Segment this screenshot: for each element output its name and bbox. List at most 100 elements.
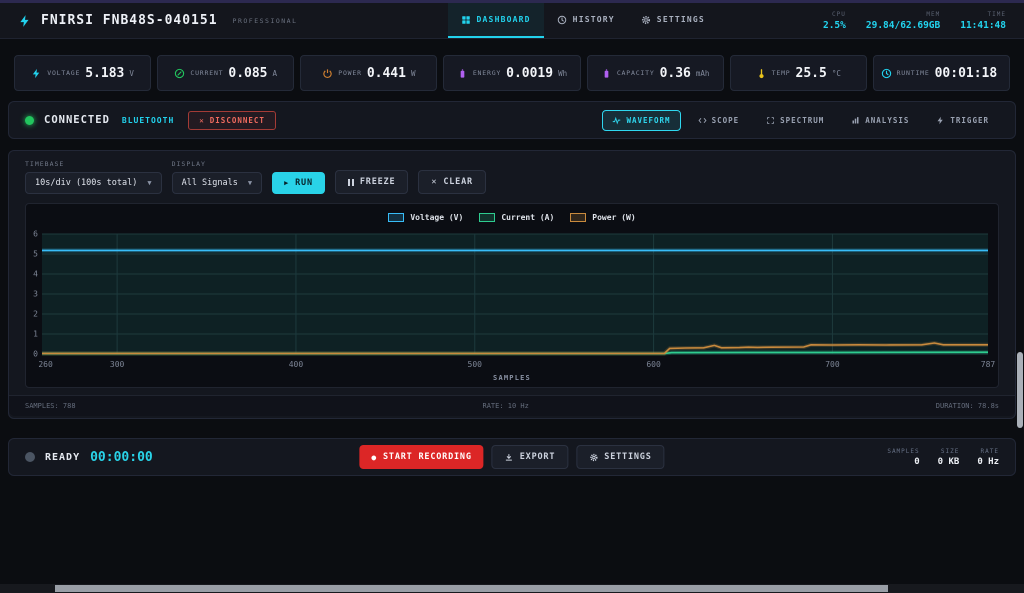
- horizontal-scrollbar-track[interactable]: [0, 584, 1024, 593]
- recorder-settings-button[interactable]: SETTINGS: [576, 445, 664, 469]
- horizontal-scrollbar-thumb[interactable]: [55, 585, 888, 592]
- legend-swatch: [388, 213, 404, 222]
- tab-label: DASHBOARD: [477, 15, 531, 24]
- cpu-stat: CPU 2.5%: [823, 11, 846, 31]
- run-button[interactable]: ▶ RUN: [272, 172, 325, 194]
- current-gauge-icon: [174, 68, 185, 79]
- duration-status: DURATION: 78.8s: [936, 402, 999, 410]
- thermometer-icon: [756, 68, 767, 79]
- view-tab-scope[interactable]: SCOPE: [688, 110, 750, 131]
- chart-plot-area[interactable]: 0123456260300400500600700787: [26, 226, 998, 374]
- export-button[interactable]: EXPORT: [492, 445, 569, 469]
- gear-icon: [589, 453, 598, 462]
- vertical-scrollbar-thumb[interactable]: [1017, 352, 1023, 428]
- metric-card-energy: ENERGY 0.0019 Wh: [443, 55, 580, 91]
- tab-dashboard[interactable]: DASHBOARD: [448, 3, 544, 38]
- waveform-controls: TIMEBASE 10s/div (100s total) ▼ DISPLAY …: [9, 151, 1015, 194]
- chart-legend: Voltage (V) Current (A) Power (W): [26, 210, 998, 224]
- recorder-samples: SAMPLES 0: [887, 448, 919, 467]
- header-stats: CPU 2.5% MEM 29.84/62.69GB TIME 11:41:48: [823, 3, 1006, 38]
- recorder-stats: SAMPLES 0 SIZE 0 KB RATE 0 Hz: [887, 448, 999, 467]
- tab-label: SETTINGS: [657, 15, 705, 24]
- display-label: DISPLAY: [172, 160, 263, 168]
- display-select[interactable]: All Signals ▼: [172, 172, 263, 194]
- svg-text:400: 400: [289, 360, 304, 369]
- tab-label: HISTORY: [573, 15, 615, 24]
- download-icon: [505, 453, 514, 462]
- svg-text:4: 4: [33, 270, 38, 279]
- connection-transport: BLUETOOTH: [122, 116, 174, 125]
- app-badge: PROFESSIONAL: [233, 17, 298, 25]
- metric-card-power: POWER 0.441 W: [300, 55, 437, 91]
- recorder-size: SIZE 0 KB: [938, 448, 960, 467]
- svg-text:0: 0: [33, 350, 38, 359]
- metric-card-runtime: RUNTIME 00:01:18: [873, 55, 1010, 91]
- freeze-button[interactable]: FREEZE: [335, 170, 409, 194]
- view-tab-trigger[interactable]: TRIGGER: [926, 110, 999, 131]
- time-stat: TIME 11:41:48: [960, 11, 1006, 31]
- metric-card-voltage: VOLTAGE 5.183 V: [14, 55, 151, 91]
- view-tab-analysis[interactable]: ANALYSIS: [841, 110, 919, 131]
- legend-item[interactable]: Voltage (V): [388, 213, 463, 222]
- header-tabs: DASHBOARD HISTORY SETTINGS: [448, 3, 718, 38]
- timebase-group: TIMEBASE 10s/div (100s total) ▼: [25, 160, 162, 194]
- connection-status-dot: [25, 116, 34, 125]
- recorder-bar: READY 00:00:00 ● START RECORDING EXPORT …: [8, 438, 1016, 476]
- grid-icon: [461, 15, 471, 25]
- recorder-status-dot: [25, 452, 35, 462]
- metric-cards-row: VOLTAGE 5.183 V CURRENT 0.085 A POWER 0.…: [0, 52, 1024, 94]
- app-header: FNIRSI FNB48S-040151 PROFESSIONAL DASHBO…: [0, 3, 1024, 39]
- svg-text:500: 500: [468, 360, 483, 369]
- disconnect-button[interactable]: ✕ DISCONNECT: [188, 111, 276, 130]
- svg-text:6: 6: [33, 230, 38, 239]
- svg-text:2: 2: [33, 310, 38, 319]
- recorder-timer: 00:00:00: [90, 450, 153, 465]
- bolt-icon: [31, 68, 42, 79]
- waveform-panel: TIMEBASE 10s/div (100s total) ▼ DISPLAY …: [8, 150, 1016, 419]
- svg-text:1: 1: [33, 330, 38, 339]
- scope-icon: [698, 116, 707, 125]
- start-recording-button[interactable]: ● START RECORDING: [359, 445, 483, 469]
- legend-item[interactable]: Current (A): [479, 213, 554, 222]
- timebase-select[interactable]: 10s/div (100s total) ▼: [25, 172, 162, 194]
- battery-icon: [457, 68, 468, 79]
- svg-text:787: 787: [981, 360, 996, 369]
- samples-status: SAMPLES: 788: [25, 402, 76, 410]
- metric-card-temp: TEMP 25.5 °C: [730, 55, 867, 91]
- legend-label: Current (A): [501, 213, 554, 222]
- logo-bolt-icon: [18, 13, 32, 29]
- app-title: FNIRSI FNB48S-040151: [41, 13, 218, 28]
- clear-button[interactable]: ✕ CLEAR: [418, 170, 486, 194]
- waveform-icon: [612, 116, 621, 125]
- view-tab-waveform[interactable]: WAVEFORM: [602, 110, 680, 131]
- rate-status: RATE: 10 Hz: [483, 402, 529, 410]
- close-icon: ✕: [199, 116, 205, 125]
- record-dot-icon: ●: [371, 453, 377, 462]
- close-icon: ✕: [431, 177, 437, 187]
- display-group: DISPLAY All Signals ▼: [172, 160, 263, 194]
- metric-card-capacity: CAPACITY 0.36 mAh: [587, 55, 724, 91]
- x-axis-title: SAMPLES: [26, 374, 998, 385]
- history-clock-icon: [557, 15, 567, 25]
- brand: FNIRSI FNB48S-040151 PROFESSIONAL: [18, 3, 298, 38]
- metric-card-current: CURRENT 0.085 A: [157, 55, 294, 91]
- svg-text:700: 700: [825, 360, 840, 369]
- svg-text:300: 300: [110, 360, 125, 369]
- svg-text:260: 260: [38, 360, 53, 369]
- svg-text:5: 5: [33, 250, 38, 259]
- legend-swatch: [479, 213, 495, 222]
- tab-history[interactable]: HISTORY: [544, 3, 628, 38]
- view-tab-spectrum[interactable]: SPECTRUM: [756, 110, 834, 131]
- connection-status: CONNECTED: [44, 114, 110, 126]
- connection-bar: CONNECTED BLUETOOTH ✕ DISCONNECT WAVEFOR…: [8, 101, 1016, 139]
- tab-settings[interactable]: SETTINGS: [628, 3, 718, 38]
- recorder-actions: ● START RECORDING EXPORT SETTINGS: [359, 445, 664, 469]
- spectrum-icon: [766, 116, 775, 125]
- pause-icon: [348, 179, 354, 186]
- timebase-label: TIMEBASE: [25, 160, 162, 168]
- svg-text:3: 3: [33, 290, 38, 299]
- chevron-down-icon: ▼: [147, 179, 151, 187]
- mem-stat: MEM 29.84/62.69GB: [866, 11, 940, 31]
- view-tabs: WAVEFORM SCOPE SPECTRUM ANALYSIS TRIGGER: [602, 110, 999, 131]
- legend-item[interactable]: Power (W): [570, 213, 635, 222]
